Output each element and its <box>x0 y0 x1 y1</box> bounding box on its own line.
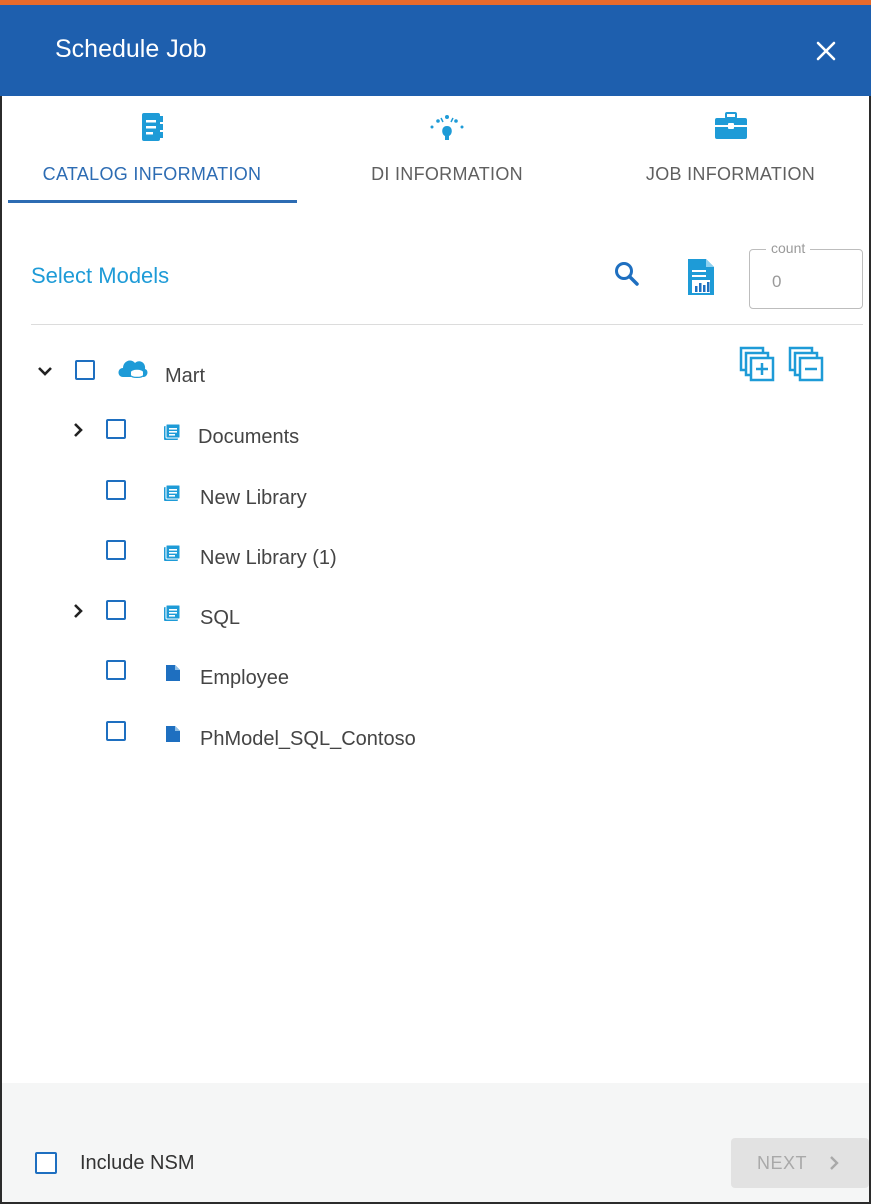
tab-label: DI INFORMATION <box>371 164 523 184</box>
tree-node-documents: Documents <box>0 416 700 456</box>
include-nsm-label: Include NSM <box>80 1152 195 1174</box>
file-icon <box>166 726 180 742</box>
close-button[interactable] <box>808 33 844 69</box>
report-icon <box>688 259 714 295</box>
dialog-footer: Include NSM NEXT <box>2 1083 869 1202</box>
cloud-database-icon <box>118 360 148 382</box>
tree-node-label[interactable]: New Library <box>200 487 307 510</box>
tab-di-information[interactable]: DI INFORMATION <box>302 96 592 204</box>
catalog-icon <box>142 113 163 141</box>
library-icon <box>164 484 181 501</box>
chevron-right-icon[interactable] <box>69 602 87 620</box>
library-icon <box>164 604 181 621</box>
tree-checkbox[interactable] <box>106 600 126 620</box>
library-icon <box>164 423 181 440</box>
tree-node-label[interactable]: PhModel_SQL_Contoso <box>200 728 416 751</box>
tree-checkbox[interactable] <box>106 540 126 560</box>
library-icon <box>164 544 181 561</box>
di-sparkle-icon <box>430 115 464 140</box>
close-icon <box>816 41 836 61</box>
report-button[interactable] <box>686 258 716 296</box>
tab-bar: CATALOG INFORMATION DI INFORMATION JOB I… <box>2 96 869 206</box>
tree-node-label[interactable]: Employee <box>200 667 289 690</box>
active-tab-indicator <box>8 200 297 203</box>
collapse-all-button[interactable] <box>788 346 824 382</box>
chevron-right-icon <box>830 1156 839 1170</box>
tree-node-new-library-1: New Library (1) <box>0 537 700 577</box>
tree-checkbox[interactable] <box>106 419 126 439</box>
tree-node-employee: Employee <box>0 657 700 697</box>
chevron-down-icon[interactable] <box>36 362 54 380</box>
tab-catalog-information[interactable]: CATALOG INFORMATION <box>2 96 302 204</box>
count-field[interactable]: count 0 <box>749 240 863 309</box>
tree-node-label[interactable]: Documents <box>198 426 299 449</box>
tree-node-label[interactable]: Mart <box>165 365 205 388</box>
tab-label: CATALOG INFORMATION <box>42 164 262 184</box>
count-label: count <box>766 240 811 256</box>
include-nsm-checkbox[interactable] <box>35 1152 57 1174</box>
tree-checkbox[interactable] <box>75 360 95 380</box>
tree-checkbox[interactable] <box>106 480 126 500</box>
tree-node-new-library: New Library <box>0 477 700 517</box>
next-button-label: NEXT <box>757 1153 808 1173</box>
tree-checkbox[interactable] <box>106 721 126 741</box>
tree-node-sql: SQL <box>0 597 700 637</box>
search-icon <box>615 262 639 286</box>
tab-label: JOB INFORMATION <box>645 164 816 184</box>
expand-all-icon <box>739 346 775 382</box>
expand-all-button[interactable] <box>739 346 775 382</box>
count-value: 0 <box>772 272 782 291</box>
tree-node-mart: Mart <box>0 355 700 395</box>
next-button[interactable]: NEXT <box>731 1138 869 1188</box>
tab-job-information[interactable]: JOB INFORMATION <box>592 96 869 204</box>
search-button[interactable] <box>613 260 641 288</box>
briefcase-icon <box>714 112 747 139</box>
section-divider <box>31 324 863 325</box>
tree-node-phmodel-sql-contoso: PhModel_SQL_Contoso <box>0 718 700 758</box>
tree-node-label[interactable]: New Library (1) <box>200 547 337 570</box>
dialog-title: Schedule Job <box>55 35 207 63</box>
chevron-right-icon[interactable] <box>69 421 87 439</box>
section-title: Select Models <box>31 263 170 288</box>
tree-node-label[interactable]: SQL <box>200 607 240 630</box>
collapse-all-icon <box>788 346 824 382</box>
dialog-header: Schedule Job <box>0 5 871 96</box>
tree-checkbox[interactable] <box>106 660 126 680</box>
file-icon <box>166 665 180 681</box>
